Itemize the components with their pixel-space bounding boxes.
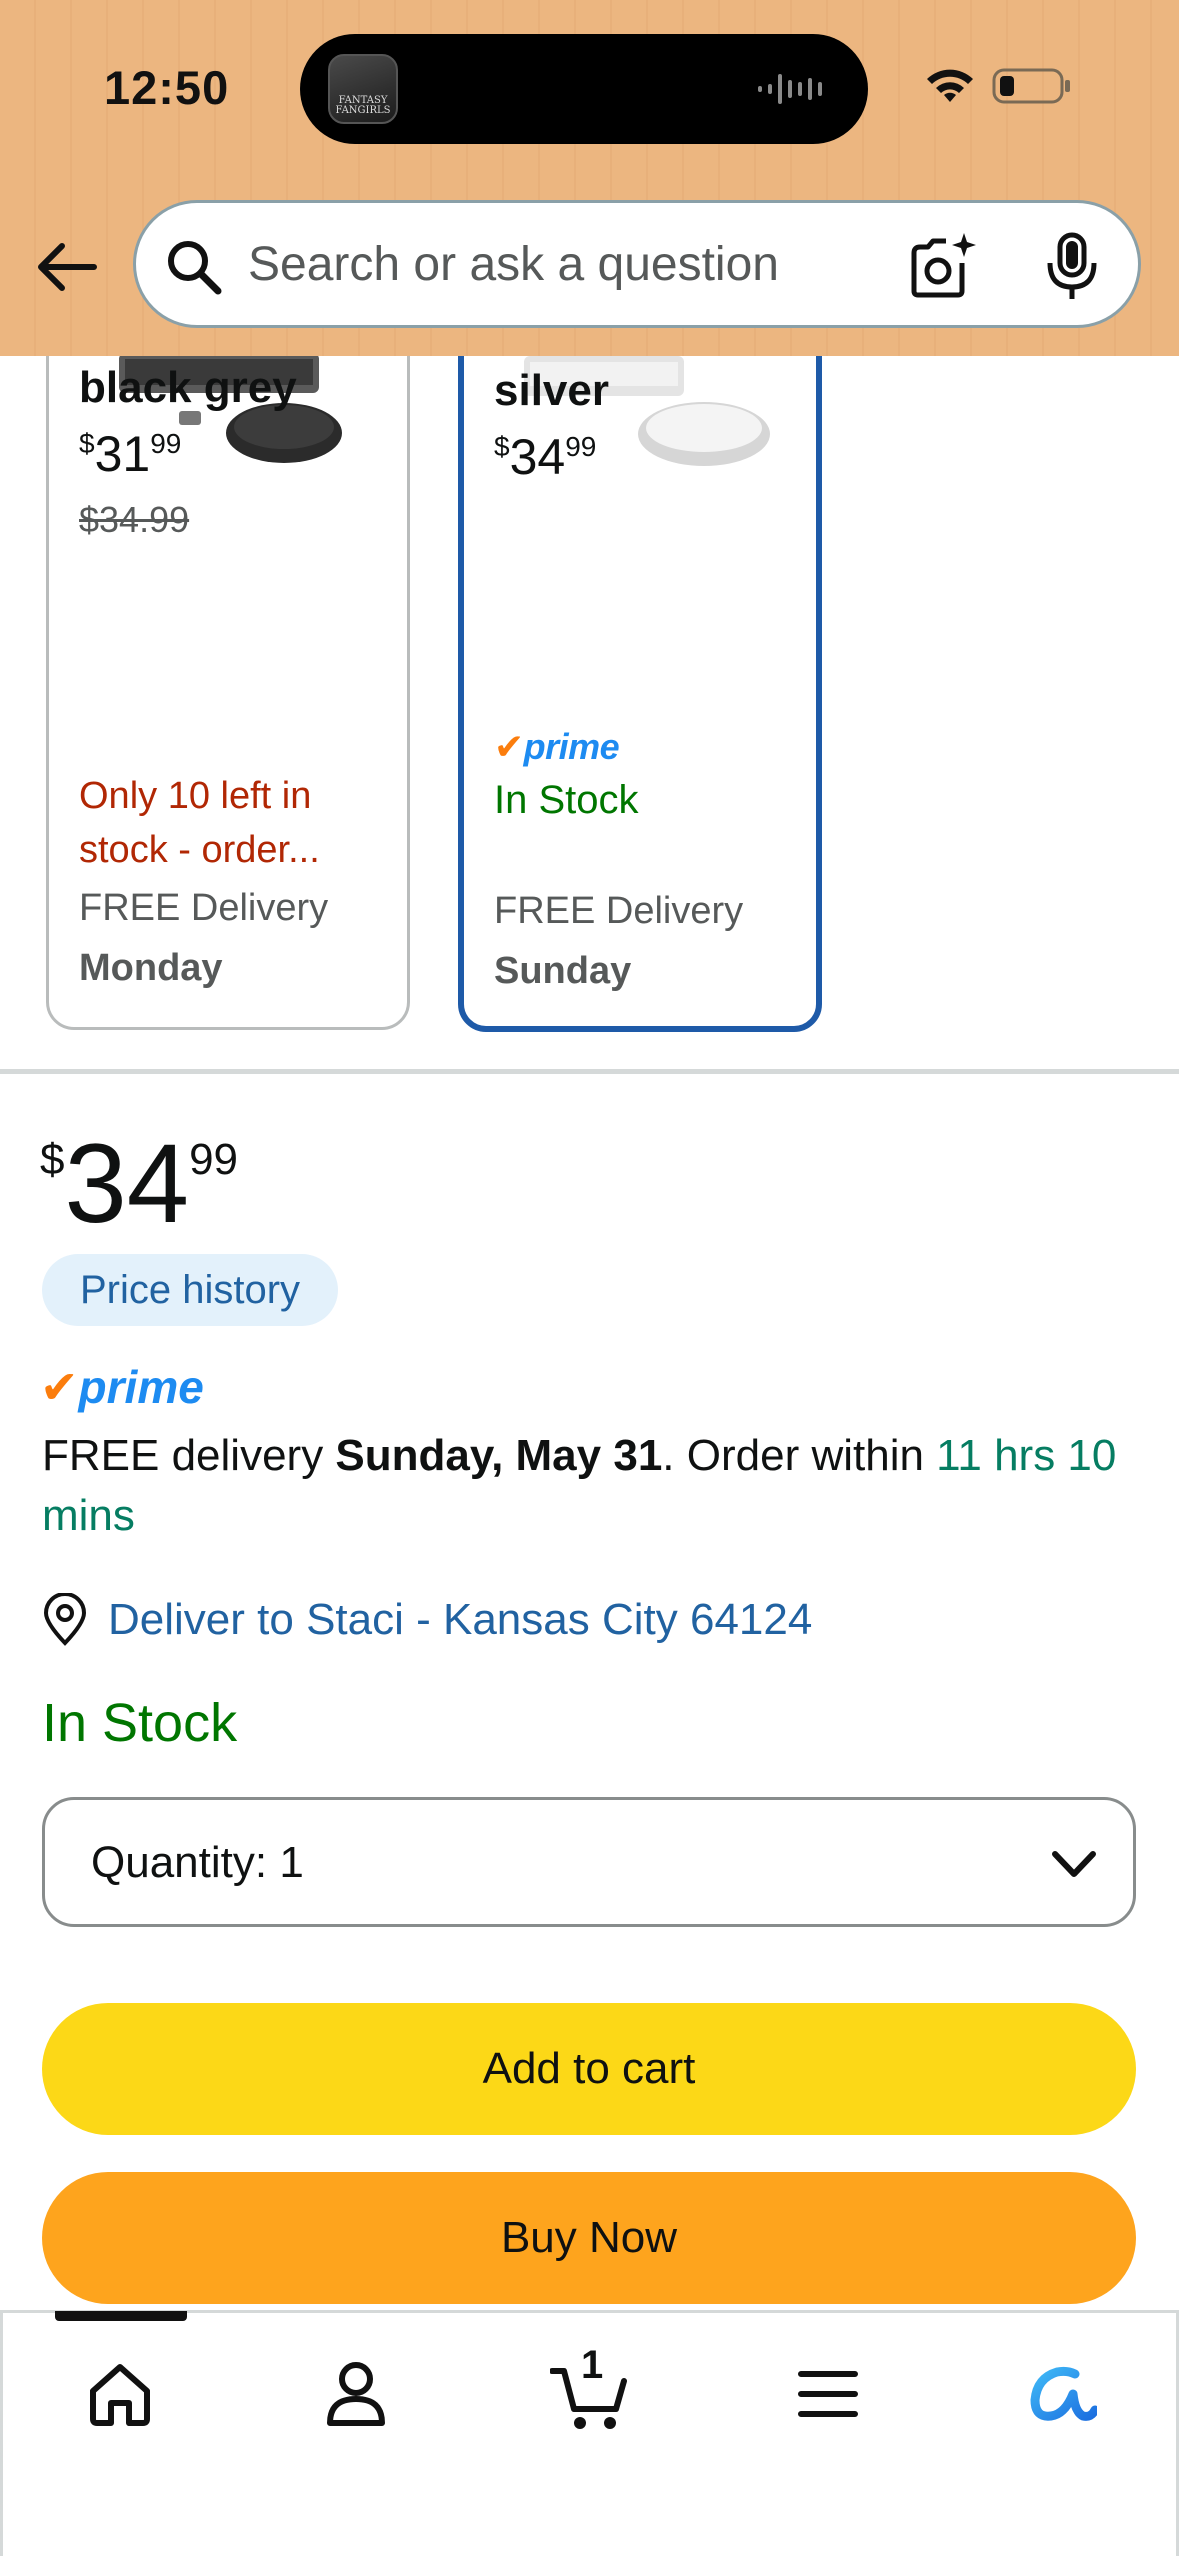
app-header: 12:50 FANTASY FANGIRLS [0, 0, 1179, 356]
variant-stock-note: Only 10 left in stock - order... [79, 775, 320, 871]
add-to-cart-button[interactable]: Add to cart [42, 2003, 1136, 2135]
prime-badge: ✔prime [40, 1361, 204, 1413]
back-arrow-icon[interactable] [32, 232, 102, 302]
section-divider [0, 1069, 1179, 1074]
quantity-value: 1 [279, 1838, 304, 1887]
chevron-down-icon [1052, 1851, 1096, 1877]
microphone-icon[interactable] [1042, 231, 1102, 303]
search-icon [168, 241, 222, 295]
variant-card-silver[interactable]: silver $3499 ✔prime In Stock FREE Delive… [458, 300, 822, 1032]
variant-delivery-label: FREE Delivery [494, 890, 744, 932]
nav-home[interactable] [75, 2349, 165, 2439]
deliver-to-link[interactable]: Deliver to Staci - Kansas City 64124 [42, 1590, 812, 1650]
variant-price: $3499 [494, 429, 597, 485]
quantity-label: Quantity: 1 [91, 1838, 304, 1887]
variant-delivery-label: FREE Delivery [79, 887, 329, 929]
home-icon [90, 2364, 150, 2426]
island-app-icon: FANTASY FANGIRLS [328, 54, 398, 124]
variant-delivery-day: Sunday [494, 950, 632, 992]
variant-price: $3199 [79, 426, 182, 482]
location-pin-icon [43, 1593, 87, 1646]
variant-name: black grey [79, 363, 297, 412]
variant-stock-note: In Stock [494, 778, 639, 822]
deliver-to-text[interactable]: Deliver to Staci - Kansas City 64124 [108, 1595, 812, 1645]
menu-icon [798, 2371, 858, 2417]
nav-account[interactable] [311, 2349, 401, 2439]
nav-menu[interactable] [783, 2349, 873, 2439]
camera-lens-icon[interactable] [906, 231, 978, 303]
variant-delivery-day: Monday [79, 947, 223, 989]
prime-check-icon: ✔ [40, 1361, 79, 1413]
stock-status: In Stock [42, 1693, 238, 1753]
variant-name: silver [494, 366, 609, 415]
search-input[interactable] [248, 229, 888, 299]
prime-check-icon: ✔ [494, 726, 524, 767]
battery-icon [992, 68, 1070, 104]
price-history-button[interactable]: Price history [42, 1254, 339, 1326]
product-price: $3499 [40, 1121, 239, 1246]
variant-list-price: $34.99 [79, 499, 190, 540]
delivery-info: FREE delivery Sunday, May 31. Order with… [42, 1431, 1117, 1540]
status-time: 12:50 [104, 61, 230, 114]
search-bar[interactable] [133, 200, 1141, 328]
variant-card-black-grey[interactable]: black grey $3199 $34.99 Only 10 left in … [46, 300, 410, 1030]
bottom-navigation: 1 [0, 2310, 1179, 2556]
quantity-select[interactable]: Quantity: 1 [42, 1797, 1136, 1927]
cart-count-badge: 1 [581, 2343, 604, 2387]
nav-rufus[interactable] [1017, 2349, 1107, 2439]
account-icon [327, 2362, 385, 2426]
nav-cart[interactable]: 1 [545, 2343, 635, 2439]
rufus-ai-icon [1030, 2366, 1097, 2421]
wifi-icon [927, 69, 973, 102]
audio-wave-icon [758, 74, 822, 104]
buy-now-button[interactable]: Buy Now [42, 2172, 1136, 2304]
prime-badge: ✔prime [494, 726, 620, 767]
nav-active-indicator [55, 2311, 187, 2321]
dynamic-island[interactable]: FANTASY FANGIRLS [300, 34, 868, 144]
